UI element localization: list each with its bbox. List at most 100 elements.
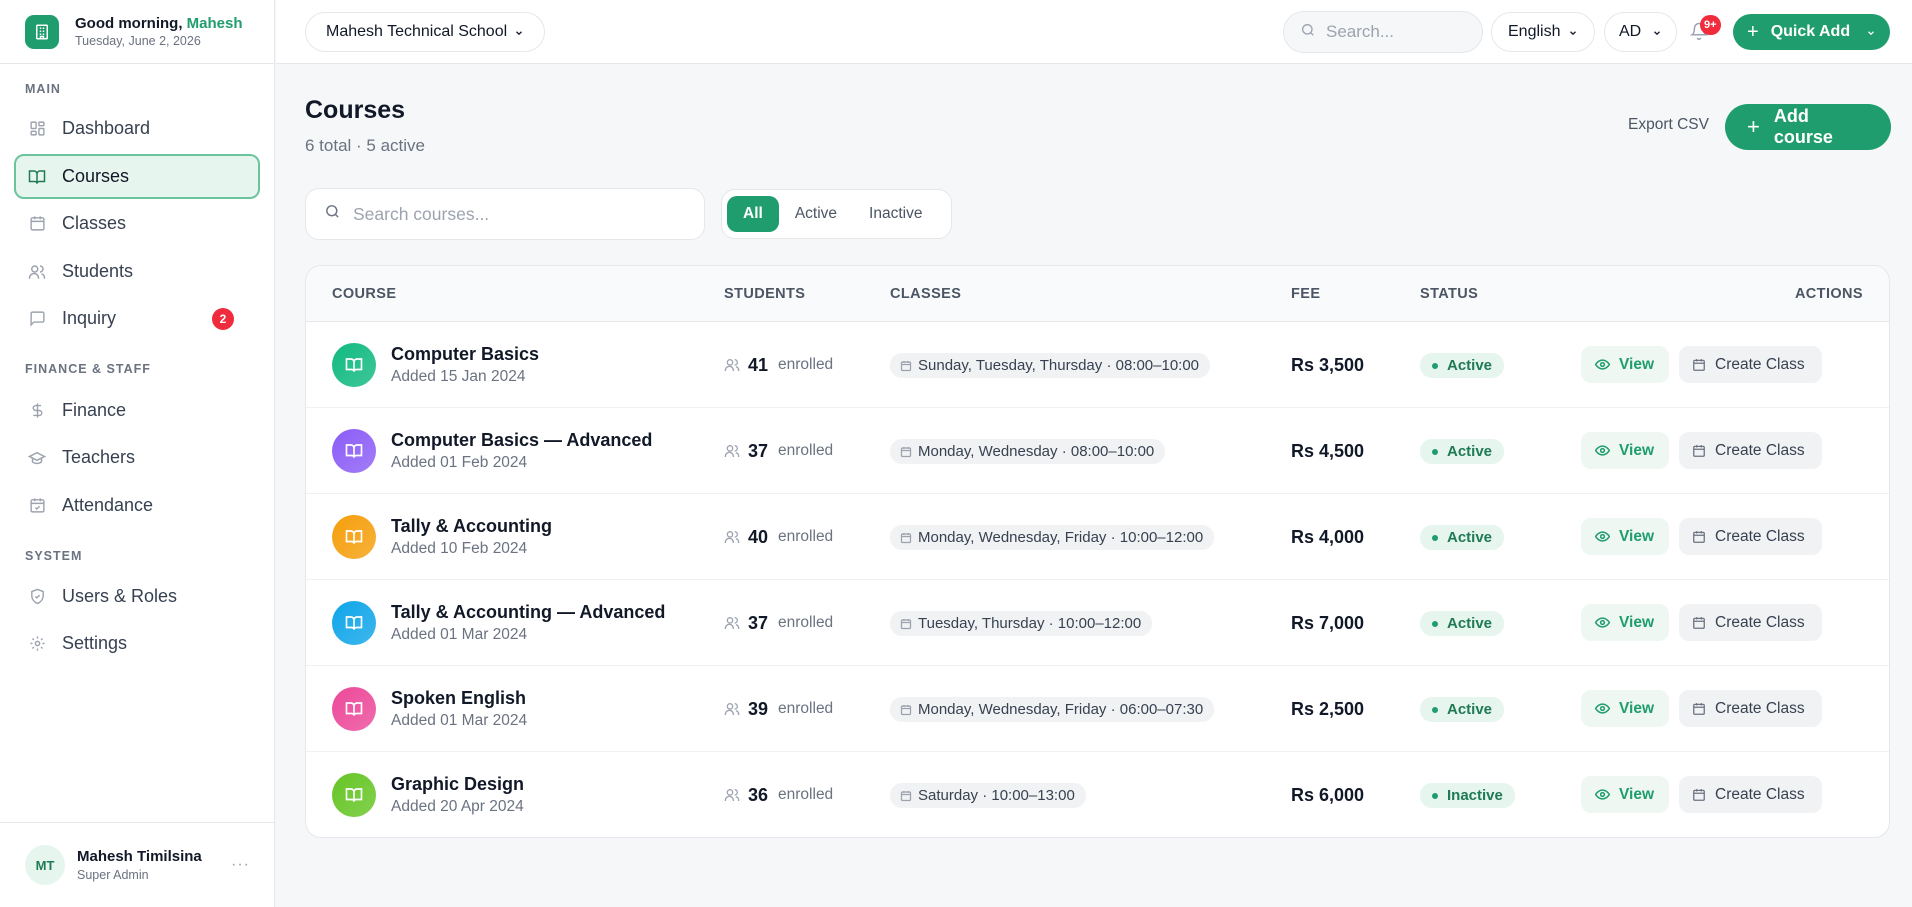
sidebar-item-classes[interactable]: Classes — [14, 201, 260, 246]
language-selector[interactable]: English — [1491, 12, 1595, 52]
course-name[interactable]: Tally & Accounting — Advanced — [391, 602, 665, 623]
view-button[interactable]: View — [1581, 346, 1669, 383]
create-class-button[interactable]: Create Class — [1679, 604, 1822, 641]
enrolled-label: enrolled — [778, 614, 834, 631]
sidebar-item-settings[interactable]: Settings — [14, 621, 260, 666]
calendar-icon — [1692, 788, 1706, 802]
eye-icon — [1595, 357, 1610, 372]
sidebar-item-dashboard[interactable]: Dashboard — [14, 106, 260, 151]
page-title: Courses — [305, 96, 406, 124]
table-row: Spoken English Added 01 Mar 2024 39 enrolle… — [306, 666, 1889, 752]
course-name[interactable]: Tally & Accounting — [391, 516, 552, 537]
status-text: Active — [1447, 357, 1493, 374]
filter-active[interactable]: Active — [779, 196, 853, 232]
course-fee: Rs 4,500 — [1291, 440, 1365, 461]
quick-add-button[interactable]: + Quick Add — [1733, 14, 1890, 50]
page-subtitle: 6 total · 5 active — [305, 136, 426, 155]
course-name[interactable]: Graphic Design — [391, 774, 524, 795]
eye-icon — [1595, 529, 1610, 544]
student-count: 37 — [748, 612, 769, 633]
view-label: View — [1619, 613, 1655, 631]
sidebar-item-label: Finance — [62, 400, 127, 420]
add-course-button[interactable]: + Add course — [1725, 104, 1891, 150]
view-label: View — [1619, 699, 1655, 717]
view-button[interactable]: View — [1581, 690, 1669, 727]
sidebar: Good morning, Mahesh Tuesday, June 2, 20… — [0, 0, 275, 907]
eye-icon — [1595, 787, 1610, 802]
course-fee: Rs 7,000 — [1291, 612, 1365, 633]
students-cell: 37 enrolled — [724, 580, 833, 666]
graduation-cap-icon — [28, 449, 46, 467]
current-date: Tuesday, June 2, 2026 — [75, 34, 201, 48]
schedule-text: Saturday · 10:00–13:00 — [918, 787, 1075, 804]
course-fee: Rs 6,000 — [1291, 784, 1365, 805]
view-button[interactable]: View — [1581, 604, 1669, 641]
sidebar-item-students[interactable]: Students — [14, 249, 260, 294]
create-class-button[interactable]: Create Class — [1679, 346, 1822, 383]
view-button[interactable]: View — [1581, 518, 1669, 555]
create-class-button[interactable]: Create Class — [1679, 518, 1822, 555]
sidebar-item-label: Courses — [62, 166, 130, 186]
inquiry-count-badge: 2 — [212, 307, 234, 330]
more-options-icon[interactable]: ··· — [231, 856, 250, 874]
sidebar-item-inquiry[interactable]: Inquiry 2 — [14, 296, 260, 341]
status-dot — [1432, 706, 1438, 713]
student-count: 36 — [748, 784, 769, 805]
status-badge: Active — [1420, 439, 1505, 464]
table-row: Tally & Accounting — Advanced Added 01 Ma… — [306, 580, 1889, 666]
sidebar-item-label: Users & Roles — [62, 586, 178, 606]
calendar-icon — [1692, 444, 1706, 458]
global-search-input[interactable]: Search... — [1283, 11, 1483, 53]
calendar-type-selector[interactable]: AD — [1604, 12, 1677, 52]
view-button[interactable]: View — [1581, 776, 1669, 813]
book-icon — [332, 687, 376, 731]
search-placeholder: Search... — [1326, 22, 1395, 41]
create-class-label: Create Class — [1715, 527, 1805, 545]
column-header-status: STATUS — [1420, 286, 1479, 302]
school-selector[interactable]: Mahesh Technical School — [305, 12, 545, 52]
course-name[interactable]: Computer Basics — Advanced — [391, 430, 652, 451]
calendar-check-icon — [28, 497, 46, 515]
course-fee: Rs 2,500 — [1291, 698, 1365, 719]
course-name[interactable]: Spoken English — [391, 688, 526, 709]
status-badge: Active — [1420, 697, 1505, 722]
plus-icon: + — [1747, 20, 1759, 43]
class-schedule-chip: Monday, Wednesday, Friday · 06:00–07:30 — [890, 697, 1215, 722]
students-cell: 41 enrolled — [724, 322, 833, 408]
users-icon — [724, 529, 740, 545]
sidebar-item-finance[interactable]: Finance — [14, 388, 260, 433]
sidebar-item-teachers[interactable]: Teachers — [14, 435, 260, 480]
filter-inactive[interactable]: Inactive — [853, 196, 938, 232]
sidebar-item-label: Attendance — [62, 495, 154, 515]
sidebar-item-courses[interactable]: Courses — [14, 154, 260, 199]
nav-section-main: MAIN — [25, 82, 61, 96]
course-added-date: Added 01 Mar 2024 — [391, 626, 528, 643]
student-count: 41 — [748, 354, 769, 375]
create-class-button[interactable]: Create Class — [1679, 690, 1822, 727]
view-button[interactable]: View — [1581, 432, 1669, 469]
column-header-classes: CLASSES — [890, 286, 962, 302]
sidebar-item-attendance[interactable]: Attendance — [14, 483, 260, 528]
filter-all[interactable]: All — [727, 196, 779, 232]
user-name: Mahesh Timilsina — [77, 848, 202, 865]
nav-section-finance-staff: FINANCE & STAFF — [25, 362, 151, 376]
course-added-date: Added 15 Jan 2024 — [391, 368, 526, 385]
class-schedule-chip: Monday, Wednesday, Friday · 10:00–12:00 — [890, 525, 1215, 550]
sidebar-item-users-roles[interactable]: Users & Roles — [14, 574, 260, 619]
create-class-label: Create Class — [1715, 613, 1805, 631]
school-logo-icon — [25, 14, 59, 49]
course-search-input[interactable]: Search courses... — [305, 188, 705, 240]
current-user[interactable]: MT Mahesh Timilsina Super Admin ··· — [0, 822, 275, 907]
export-csv-button[interactable]: Export CSV — [1628, 116, 1709, 134]
course-added-date: Added 01 Mar 2024 — [391, 712, 528, 729]
course-name[interactable]: Computer Basics — [391, 344, 539, 365]
calendar-icon — [1692, 530, 1706, 544]
gear-icon — [28, 635, 46, 653]
calendar-icon — [1692, 702, 1706, 716]
calendar-icon — [28, 215, 46, 233]
students-cell: 37 enrolled — [724, 408, 833, 494]
create-class-button[interactable]: Create Class — [1679, 432, 1822, 469]
status-dot — [1432, 620, 1438, 627]
book-icon — [332, 343, 376, 387]
create-class-button[interactable]: Create Class — [1679, 776, 1822, 813]
